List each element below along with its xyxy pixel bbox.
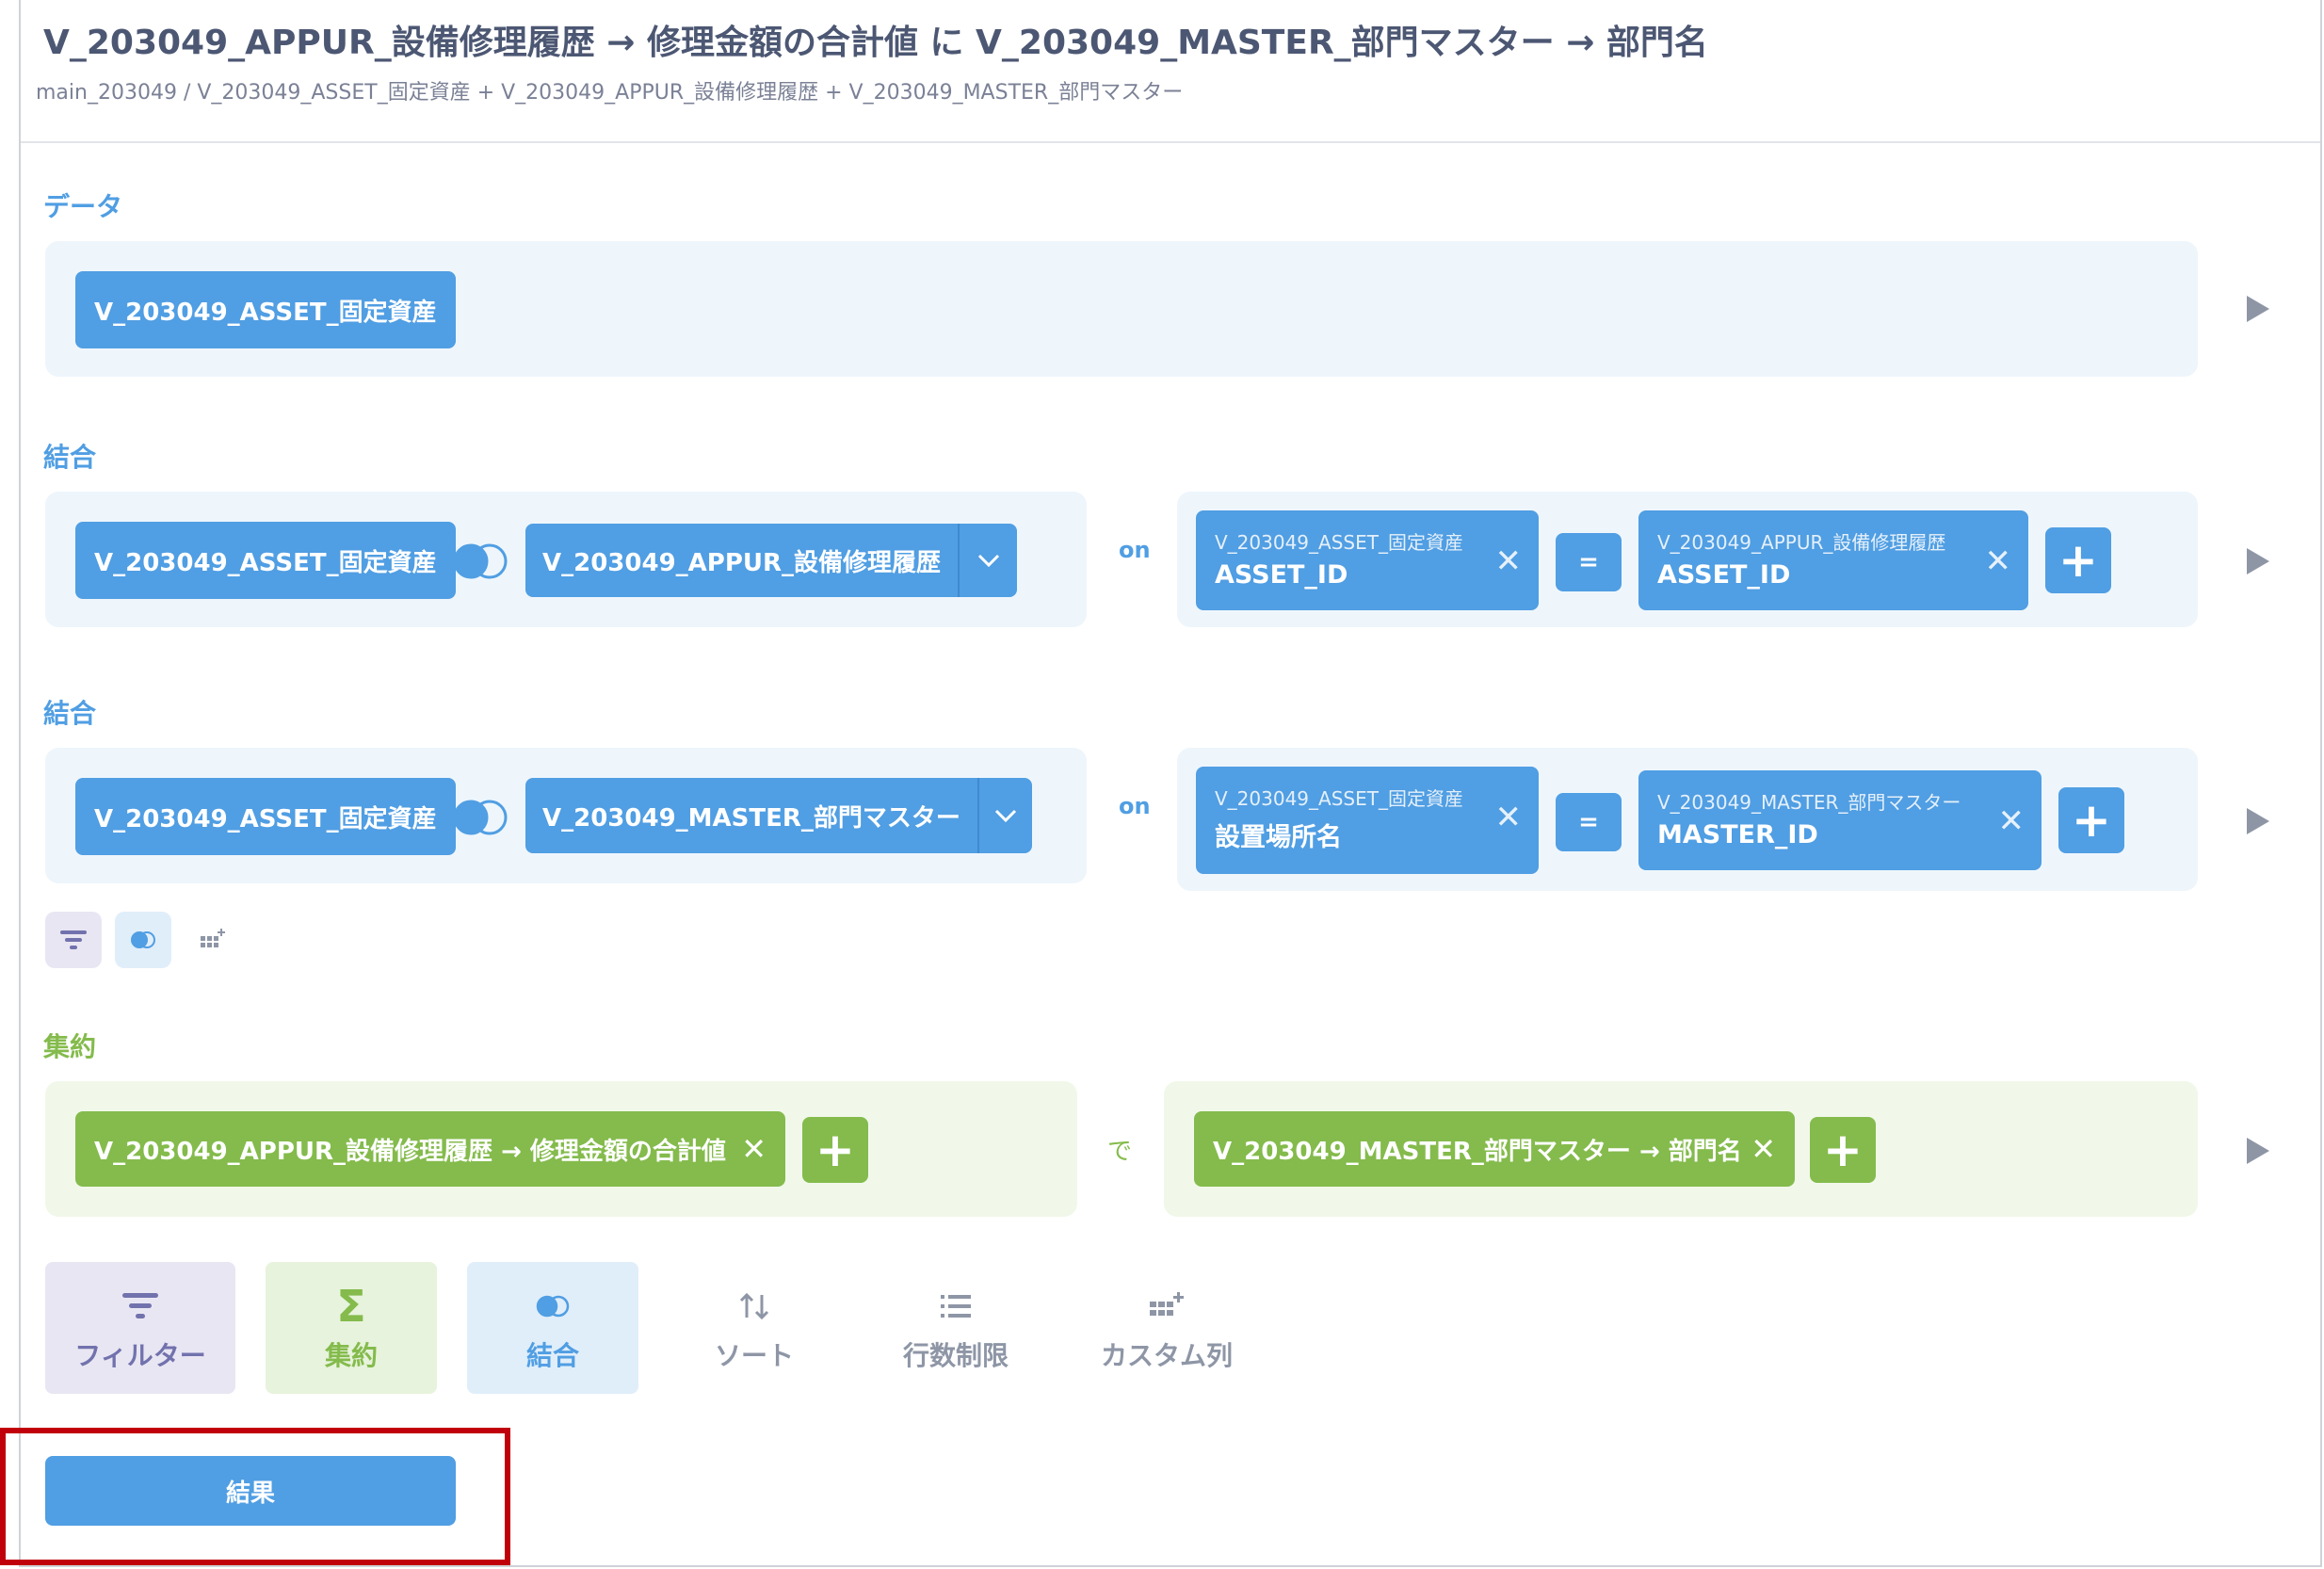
join-left-column-table: V_203049_ASSET_固定資産 [1215, 531, 1463, 554]
add-condition-button[interactable]: + [2058, 787, 2124, 853]
play-icon[interactable] [2247, 296, 2269, 322]
add-condition-button[interactable]: + [2045, 527, 2111, 593]
join-right-column-table: V_203049_APPUR_設備修理履歴 [1657, 531, 1946, 554]
summarize-metric[interactable]: V_203049_APPUR_設備修理履歴 → 修理金額の合計値 ✕ [75, 1111, 785, 1187]
list-icon [941, 1295, 971, 1318]
data-source-table[interactable]: V_203049_ASSET_固定資産 [75, 271, 456, 348]
play-icon[interactable] [2247, 548, 2269, 574]
summarize-action-label: 集約 [324, 1340, 378, 1371]
join-section-label: 結合 [43, 698, 97, 729]
chevron-down-icon[interactable] [958, 524, 1017, 597]
join-right-table: V_203049_APPUR_設備修理履歴 [542, 548, 942, 577]
join-section-label: 結合 [43, 442, 97, 473]
summarize-action-button[interactable]: Σ 集約 [266, 1262, 437, 1394]
join-right-column-name: MASTER_ID [1657, 820, 1818, 849]
join-action-button[interactable]: 結合 [467, 1262, 638, 1394]
chevron-down-icon[interactable] [976, 778, 1032, 853]
notebook-header: V_203049_APPUR_設備修理履歴 → 修理金額の合計値 に V_203… [21, 0, 2320, 143]
close-icon[interactable]: ✕ [1998, 802, 2025, 840]
join-on-label: on [1119, 793, 1151, 819]
join-right-column[interactable]: V_203049_APPUR_設備修理履歴 ASSET_ID ✕ [1638, 510, 2028, 610]
join-on-label: on [1119, 537, 1151, 563]
sort-icon [739, 1292, 769, 1320]
join-left-table[interactable]: V_203049_ASSET_固定資産 [75, 778, 456, 855]
close-icon[interactable]: ✕ [1751, 1131, 1776, 1167]
sigma-icon: Σ [336, 1281, 366, 1332]
summarize-by-label: で [1107, 1138, 1133, 1166]
play-icon[interactable] [2247, 1138, 2269, 1164]
add-metric-button[interactable]: + [802, 1117, 868, 1183]
custom-column-action-button[interactable]: カスタム列 [1072, 1262, 1262, 1394]
join-right-column-table: V_203049_MASTER_部門マスター [1657, 791, 1961, 814]
join-left-column-name: 設置場所名 [1215, 823, 1342, 852]
join-right-column-name: ASSET_ID [1657, 560, 1791, 590]
filter-icon [122, 1293, 158, 1318]
custom-column-icon [1150, 1292, 1184, 1316]
close-icon[interactable]: ✕ [1985, 542, 2012, 580]
join-action-label: 結合 [525, 1340, 579, 1371]
custom-column-icon [201, 929, 225, 947]
summarize-breakout[interactable]: V_203049_MASTER_部門マスター → 部門名 ✕ [1194, 1111, 1795, 1187]
custom-column-step-button[interactable] [185, 912, 241, 968]
close-icon[interactable]: ✕ [1495, 799, 1523, 836]
close-icon[interactable]: ✕ [1495, 542, 1523, 580]
join-right-column[interactable]: V_203049_MASTER_部門マスター MASTER_ID ✕ [1638, 770, 2042, 870]
join-left-column-name: ASSET_ID [1215, 560, 1348, 590]
breadcrumb[interactable]: main_203049 / V_203049_ASSET_固定資産 + V_20… [36, 75, 1183, 105]
join-icon [131, 931, 155, 948]
join-icon[interactable] [448, 797, 512, 838]
join-icon [536, 1295, 570, 1318]
join-right-table-select[interactable]: V_203049_APPUR_設備修理履歴 [525, 524, 1017, 597]
join-icon[interactable] [448, 541, 512, 582]
join-operator[interactable]: = [1556, 533, 1622, 591]
join-left-column[interactable]: V_203049_ASSET_固定資産 設置場所名 ✕ [1196, 767, 1539, 874]
filter-icon [60, 930, 87, 949]
join-step-button[interactable] [115, 912, 171, 968]
join-left-table[interactable]: V_203049_ASSET_固定資産 [75, 522, 456, 599]
join-left-column[interactable]: V_203049_ASSET_固定資産 ASSET_ID ✕ [1196, 510, 1539, 610]
sort-action-button[interactable]: ソート [669, 1262, 840, 1394]
join-left-column-table: V_203049_ASSET_固定資産 [1215, 787, 1463, 810]
summarize-breakout-label: V_203049_MASTER_部門マスター → 部門名 [1213, 1137, 1742, 1166]
summarize-metric-label: V_203049_APPUR_設備修理履歴 → 修理金額の合計値 [94, 1137, 726, 1166]
page-title: V_203049_APPUR_設備修理履歴 → 修理金額の合計値 に V_203… [43, 24, 1708, 62]
join-right-table-select[interactable]: V_203049_MASTER_部門マスター [525, 778, 1032, 853]
result-button[interactable]: 結果 [45, 1456, 456, 1526]
filter-action-label: フィルター [74, 1340, 206, 1371]
data-section-label: データ [43, 191, 123, 222]
play-icon[interactable] [2247, 808, 2269, 834]
summarize-section-label: 集約 [43, 1031, 97, 1062]
limit-action-label: 行数制限 [902, 1340, 1009, 1371]
limit-action-button[interactable]: 行数制限 [870, 1262, 1041, 1394]
join-operator[interactable]: = [1556, 793, 1622, 851]
sort-action-label: ソート [714, 1340, 794, 1371]
custom-column-action-label: カスタム列 [1100, 1340, 1233, 1371]
add-breakout-button[interactable]: + [1810, 1117, 1876, 1183]
filter-step-button[interactable] [45, 912, 102, 968]
filter-action-button[interactable]: フィルター [45, 1262, 235, 1394]
join-right-table: V_203049_MASTER_部門マスター [542, 803, 960, 833]
close-icon[interactable]: ✕ [741, 1131, 767, 1167]
